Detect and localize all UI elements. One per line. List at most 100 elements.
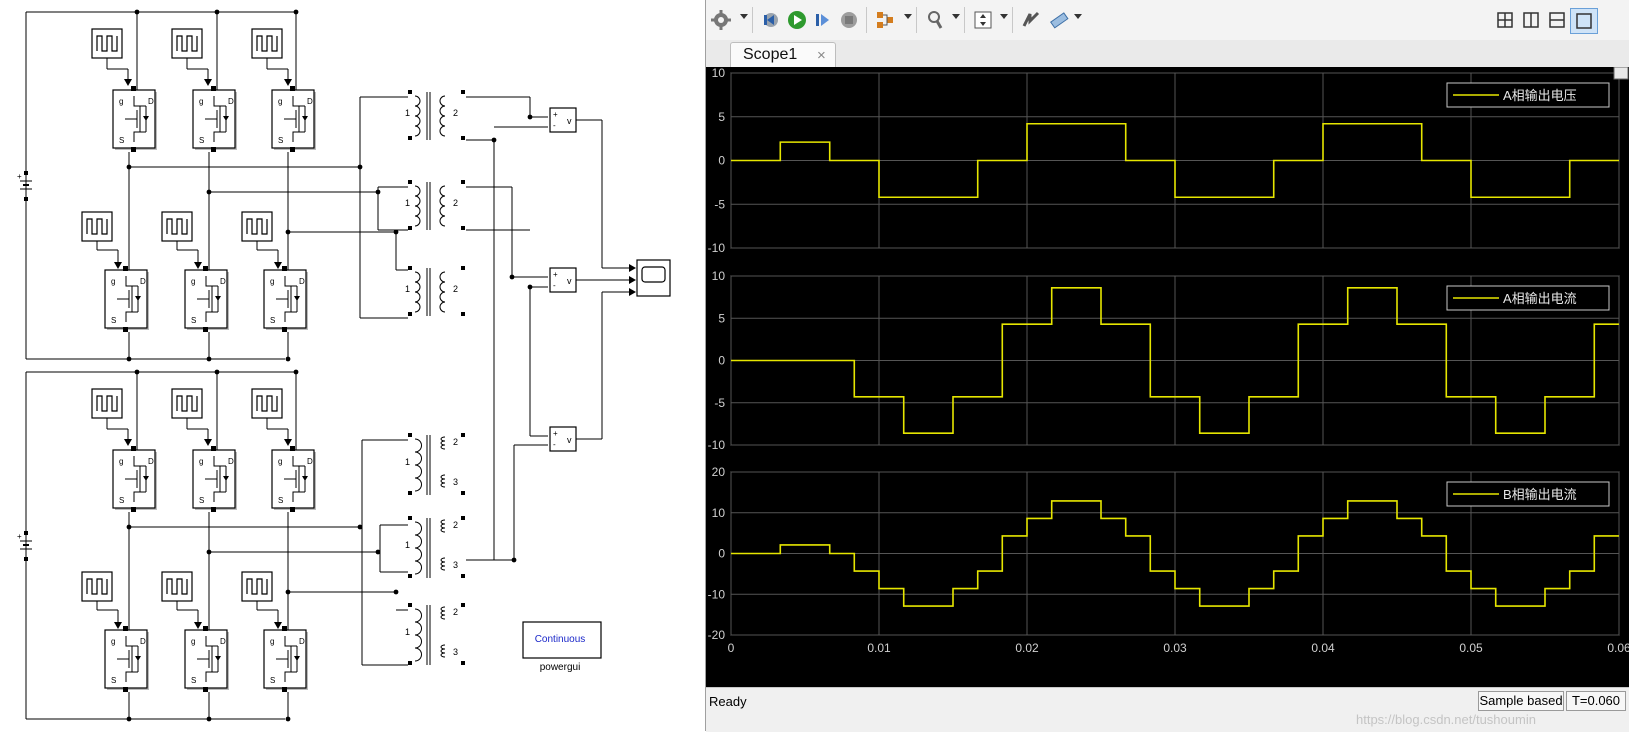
- y-tick-label: -10: [708, 587, 726, 601]
- step-back-icon[interactable]: [758, 8, 784, 32]
- secondary-coil: [440, 436, 446, 450]
- autoscale-dropdown-icon[interactable]: [1000, 14, 1008, 19]
- pulse-generator-block[interactable]: [241, 571, 273, 602]
- mosfet-block[interactable]: g S D: [112, 446, 157, 512]
- arrow-head: [204, 439, 212, 446]
- tab-scope1[interactable]: Scope1 ×: [730, 42, 836, 68]
- scope-block[interactable]: [636, 259, 671, 297]
- step-forward-icon[interactable]: [810, 8, 836, 32]
- transformer-block[interactable]: 21: [405, 266, 465, 316]
- y-tick-label: -10: [708, 241, 726, 255]
- transformer-block[interactable]: 21: [405, 180, 465, 230]
- scope-axes-2[interactable]: -10 -5 0 5 10 A相输出电流: [708, 269, 1620, 452]
- pulse-generator-block[interactable]: [251, 28, 283, 59]
- legend-label: B相输出电流: [1503, 487, 1577, 502]
- measurements-dropdown-icon[interactable]: [1074, 14, 1082, 19]
- gate-pin-label: g: [270, 277, 274, 286]
- run-icon[interactable]: [784, 8, 810, 32]
- scope-plot-area[interactable]: -10 -5 0 5 10 A相输出电压 -10 -5 0 5 10 A相输出电流 0 0.01 0.02 0…: [706, 66, 1629, 687]
- mosfet-block[interactable]: g S D: [112, 86, 157, 152]
- close-icon[interactable]: ×: [817, 47, 826, 64]
- pulse-generator-block[interactable]: [81, 571, 113, 602]
- voltage-measurement-block[interactable]: + - v: [549, 107, 577, 133]
- mosfet-block[interactable]: g S D: [263, 626, 308, 692]
- arrow-head: [284, 79, 292, 86]
- port: [461, 603, 465, 607]
- legend[interactable]: A相输出电流: [1446, 285, 1610, 311]
- mosfet-block[interactable]: g S D: [104, 626, 149, 692]
- arrow-head: [194, 622, 202, 629]
- scope-status-bar: Ready Sample based T=0.060 https://blog.…: [706, 687, 1629, 732]
- pulse-generator-block[interactable]: [171, 388, 203, 419]
- arrow-head: [194, 262, 202, 269]
- mosfet-block[interactable]: g S D: [263, 266, 308, 332]
- arrow-head: [284, 439, 292, 446]
- mosfet-block[interactable]: g S D: [271, 446, 316, 512]
- tertiary-coil: [440, 474, 446, 488]
- x-tick-label: 0: [728, 641, 735, 655]
- signal-selector-dropdown-icon[interactable]: [904, 14, 912, 19]
- legend-label: A相输出电压: [1503, 88, 1577, 103]
- mosfet-block[interactable]: g S D: [192, 86, 237, 152]
- transformer-block[interactable]: 2 3 1: [405, 433, 465, 495]
- port: [290, 147, 295, 152]
- arrow-head: [114, 622, 122, 629]
- legend[interactable]: B相输出电流: [1446, 481, 1610, 507]
- pulse-generator-block[interactable]: [91, 28, 123, 59]
- autoscale-icon[interactable]: [970, 8, 996, 32]
- pulse-generator-block[interactable]: [241, 211, 273, 242]
- settings-dropdown-icon[interactable]: [740, 14, 748, 19]
- settings-icon[interactable]: [708, 8, 734, 32]
- y-tick-label: 10: [712, 269, 726, 283]
- legend[interactable]: A相输出电压: [1446, 82, 1610, 108]
- mosfet-block[interactable]: g S D: [271, 86, 316, 152]
- plus-label: +: [17, 532, 22, 541]
- dc-source-block[interactable]: +: [17, 171, 32, 201]
- pulse-generator-block[interactable]: [91, 388, 123, 419]
- layout-single-icon[interactable]: [1570, 8, 1598, 34]
- zoom-dropdown-icon[interactable]: [952, 14, 960, 19]
- pulse-generator-block[interactable]: [171, 28, 203, 59]
- transformer-block[interactable]: 21: [405, 90, 465, 140]
- measurements-icon[interactable]: [1046, 8, 1072, 32]
- signal-selector-icon[interactable]: [872, 8, 898, 32]
- layout-2rows-icon[interactable]: [1544, 8, 1570, 32]
- pulse-generator-block[interactable]: [251, 388, 283, 419]
- y-tick-label: -5: [714, 197, 725, 211]
- transformer-block[interactable]: 2 3 1: [405, 516, 465, 578]
- scope-axes-1[interactable]: -10 -5 0 5 10 A相输出电压: [708, 66, 1620, 255]
- gate-pin-label: g: [119, 97, 123, 106]
- port: [290, 446, 295, 451]
- mosfet-block[interactable]: g S D: [184, 626, 229, 692]
- transformer-block[interactable]: 2 3 1: [405, 603, 465, 665]
- stop-icon[interactable]: [836, 8, 862, 32]
- legend-label: A相输出电流: [1503, 291, 1577, 306]
- arrow-head: [274, 262, 282, 269]
- voltage-measurement-block[interactable]: + - v: [549, 426, 577, 452]
- drain-pin-label: D: [299, 637, 305, 646]
- powergui-block[interactable]: Continuous powergui: [522, 621, 602, 673]
- mosfet-block[interactable]: g S D: [192, 446, 237, 512]
- drain-pin-label: D: [220, 637, 226, 646]
- mosfet-block[interactable]: g S D: [104, 266, 149, 332]
- port: [131, 446, 136, 451]
- dc-source-block[interactable]: +: [17, 531, 32, 561]
- undock-icon[interactable]: [1613, 66, 1629, 80]
- gate-pin-label: g: [111, 637, 115, 646]
- pulse-generator-block[interactable]: [81, 211, 113, 242]
- arrow-head: [274, 622, 282, 629]
- port: [24, 557, 28, 561]
- mosfet-block[interactable]: g S D: [184, 266, 229, 332]
- layout-2cols-icon[interactable]: [1518, 8, 1544, 32]
- x-tick-label: 0.03: [1163, 641, 1187, 655]
- voltage-measurement-block[interactable]: + - v: [549, 267, 577, 293]
- port: [461, 136, 465, 140]
- port: [408, 136, 412, 140]
- layout-2x2-icon[interactable]: [1492, 8, 1518, 32]
- scope-axes-3[interactable]: 0 0.01 0.02 0.03 0.04 0.05 0.06 -20 -10 0 10 20 B相输出…: [708, 465, 1629, 655]
- pulse-generator-block[interactable]: [161, 571, 193, 602]
- zoom-icon[interactable]: [922, 8, 948, 32]
- triggers-icon[interactable]: [1018, 8, 1044, 32]
- pulse-generator-block[interactable]: [161, 211, 193, 242]
- simulink-model-canvas[interactable]: + g S D g S D g S D g S D g S D g S D + g S D g S D g S D g S D g S D g S D 2 1…: [0, 0, 705, 731]
